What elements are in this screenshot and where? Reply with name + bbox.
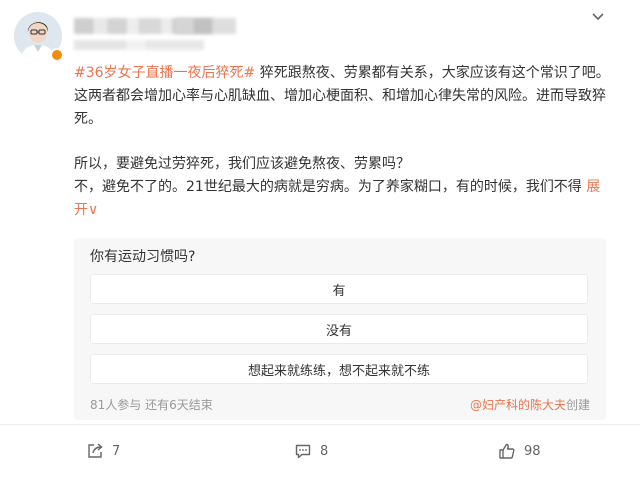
expand-chevron-icon[interactable]: ∨ <box>88 202 98 218</box>
poll-creator-suffix: 创建 <box>565 398 590 412</box>
share-button[interactable]: 7 <box>86 440 120 462</box>
poll-option-yes[interactable]: 有 <box>90 274 588 304</box>
username-blurred-suffix <box>176 18 236 34</box>
expand-link[interactable]: 展 <box>586 179 600 195</box>
thumbs-up-icon <box>499 443 515 459</box>
paragraph-1-line-3: 死。 <box>74 111 102 127</box>
verified-badge-icon <box>50 48 64 62</box>
hashtag-link[interactable]: #36岁女子直播一夜后猝死# <box>74 65 255 81</box>
share-count: 7 <box>112 443 121 459</box>
paragraph-1: #36岁女子直播一夜后猝死# 猝死跟熬夜、劳累都有关系，大家应该有这个常识了吧。 <box>74 62 614 85</box>
chevron-down-icon[interactable] <box>590 8 606 24</box>
paragraph-3-text: 不，避免不了的。21世纪最大的病就是穷病。为了养家糊口，有的时候，我们不得 <box>74 179 582 195</box>
poll-creator-link[interactable]: @妇产科的陈大夫 <box>470 398 566 412</box>
poll-question: 你有运动习惯吗? <box>90 249 196 265</box>
comment-icon <box>295 444 311 459</box>
comment-count: 8 <box>320 443 329 459</box>
poll-stats: 81人参与 还有6天结束 <box>90 398 213 412</box>
paragraph-1-text: 猝死跟熬夜、劳累都有关系，大家应该有这个常识了吧。 <box>259 65 610 81</box>
paragraph-1-line-2: 这两者都会增加心率与心肌缺血、增加心梗面积、和增加心律失常的风险。进而导致猝 <box>74 88 606 104</box>
poll-option-sometimes[interactable]: 想起来就练练，想不起来就不练 <box>90 354 588 384</box>
expand-link-continued[interactable]: 开 <box>74 202 88 218</box>
paragraph-2: 所以，要避免过劳猝死，我们应该避免熬夜、劳累吗？ <box>74 156 410 172</box>
like-count: 98 <box>524 443 541 459</box>
share-icon <box>88 443 103 458</box>
divider <box>0 424 640 425</box>
poll-card: 你有运动习惯吗? 有 没有 想起来就练练，想不起来就不练 81人参与 还有6天结… <box>74 238 606 420</box>
paragraph-3: 不，避免不了的。21世纪最大的病就是穷病。为了养家糊口，有的时候，我们不得 展 <box>74 176 614 199</box>
comment-button[interactable]: 8 <box>294 440 328 462</box>
post-meta-blurred <box>74 40 204 50</box>
like-button[interactable]: 98 <box>498 440 541 462</box>
poll-option-no[interactable]: 没有 <box>90 314 588 344</box>
paragraph-3-line-2: 开∨ <box>74 199 614 222</box>
poll-creator: @妇产科的陈大夫创建 <box>470 396 590 413</box>
post-content: #36岁女子直播一夜后猝死# 猝死跟熬夜、劳累都有关系，大家应该有这个常识了吧。… <box>74 62 614 222</box>
